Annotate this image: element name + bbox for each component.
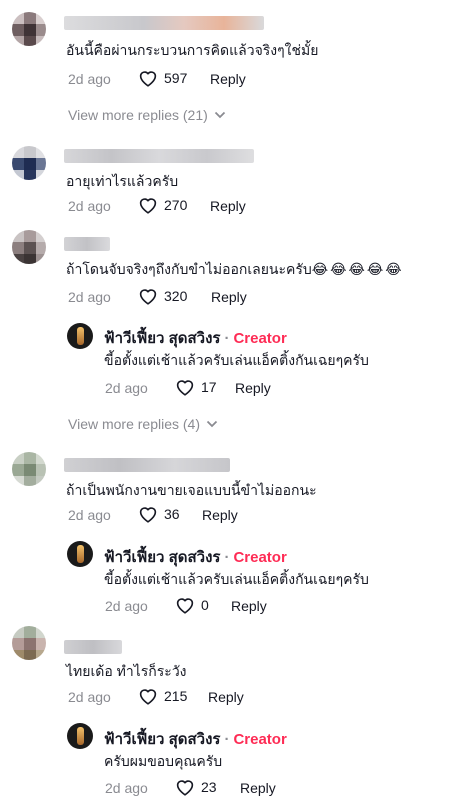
- comment-text: อันนี้คือผ่านกระบวนการคิดแล้วจริงๆใช่มั้…: [66, 42, 319, 58]
- creator-badge: Creator: [233, 549, 287, 566]
- username-redacted[interactable]: [64, 16, 264, 30]
- chevron-down-icon: [206, 420, 218, 428]
- comment-text-body: ถ้าโดนจับจริงๆถึงกับขำไม่ออกเลยนะครับ: [66, 261, 312, 277]
- like-count: 17: [201, 379, 217, 395]
- comment-time: 2d ago: [68, 507, 111, 523]
- separator-dot: ·: [224, 731, 230, 748]
- laughing-emoji-icon: 😂😂😂😂😂: [311, 262, 404, 278]
- like-button[interactable]: 36: [138, 505, 180, 523]
- comment-time: 2d ago: [68, 198, 111, 214]
- heart-icon: [176, 598, 194, 614]
- like-count: 36: [164, 506, 180, 522]
- creator-badge: Creator: [233, 330, 287, 347]
- separator-dot: ·: [224, 330, 230, 347]
- heart-icon: [139, 71, 157, 87]
- creator-name-row[interactable]: ฟ้าวีเฟี้ยว สุดสวิงร · Creator: [104, 545, 287, 569]
- avatar[interactable]: [12, 452, 46, 486]
- comment-text: ถ้าโดนจับจริงๆถึงกับขำไม่ออกเลยนะครับ😂😂😂…: [66, 260, 404, 279]
- like-count: 0: [201, 597, 209, 613]
- avatar[interactable]: [12, 146, 46, 180]
- like-button[interactable]: 320: [138, 287, 187, 305]
- like-button[interactable]: 597: [138, 69, 187, 87]
- comment-text: ถ้าเป็นพนักงานขายเจอแบบนี้ขำไม่ออกนะ: [66, 482, 317, 498]
- reply-button[interactable]: Reply: [235, 380, 271, 396]
- heart-icon: [176, 380, 194, 396]
- like-button[interactable]: 23: [175, 778, 217, 796]
- username-redacted[interactable]: [64, 640, 122, 654]
- like-button[interactable]: 215: [138, 687, 187, 705]
- like-count: 320: [164, 288, 188, 304]
- reply-button[interactable]: Reply: [240, 780, 276, 796]
- like-count: 597: [164, 70, 188, 86]
- heart-icon: [139, 507, 157, 523]
- creator-name-row[interactable]: ฟ้าวีเฟี้ยว สุดสวิงร · Creator: [104, 727, 287, 751]
- like-button[interactable]: 17: [175, 378, 217, 396]
- reply-time: 2d ago: [105, 598, 148, 614]
- heart-icon: [139, 689, 157, 705]
- reply-text: ครับผมขอบคุณครับ: [104, 753, 223, 769]
- comment-time: 2d ago: [68, 71, 111, 87]
- view-more-replies[interactable]: View more replies (4): [68, 416, 218, 432]
- username-redacted[interactable]: [64, 237, 110, 251]
- avatar[interactable]: [12, 12, 46, 46]
- creator-name: ฟ้าวีเฟี้ยว สุดสวิงร: [104, 330, 221, 347]
- reply-time: 2d ago: [105, 780, 148, 796]
- creator-badge: Creator: [233, 731, 287, 748]
- heart-icon: [176, 780, 194, 796]
- reply-button[interactable]: Reply: [211, 289, 247, 305]
- view-more-replies[interactable]: View more replies (21): [68, 107, 226, 123]
- heart-icon: [139, 289, 157, 305]
- creator-avatar[interactable]: [67, 723, 93, 749]
- like-count: 23: [201, 779, 217, 795]
- reply-time: 2d ago: [105, 380, 148, 396]
- avatar[interactable]: [12, 626, 46, 660]
- creator-name: ฟ้าวีเฟี้ยว สุดสวิงร: [104, 549, 221, 566]
- username-redacted[interactable]: [64, 458, 230, 472]
- heart-icon: [139, 198, 157, 214]
- like-count: 270: [164, 197, 188, 213]
- view-more-label: View more replies (4): [68, 416, 201, 432]
- creator-name-row[interactable]: ฟ้าวีเฟี้ยว สุดสวิงร · Creator: [104, 326, 287, 350]
- reply-text: ขี้อตั้งแต่เช้าแล้วครับเล่นแอ็คติ้งกันเฉ…: [104, 571, 369, 587]
- reply-button[interactable]: Reply: [231, 598, 267, 614]
- comment-text: อายุเท่าไรแล้วครับ: [66, 173, 179, 189]
- view-more-label: View more replies (21): [68, 107, 208, 123]
- creator-name: ฟ้าวีเฟี้ยว สุดสวิงร: [104, 731, 221, 748]
- separator-dot: ·: [224, 549, 230, 566]
- like-button[interactable]: 0: [175, 596, 209, 614]
- like-count: 215: [164, 688, 188, 704]
- reply-text: ขี้อตั้งแต่เช้าแล้วครับเล่นแอ็คติ้งกันเฉ…: [104, 352, 369, 368]
- username-redacted[interactable]: [64, 149, 254, 163]
- creator-avatar[interactable]: [67, 323, 93, 349]
- reply-button[interactable]: Reply: [210, 198, 246, 214]
- reply-button[interactable]: Reply: [210, 71, 246, 87]
- avatar[interactable]: [12, 230, 46, 264]
- comment-time: 2d ago: [68, 689, 111, 705]
- like-button[interactable]: 270: [138, 196, 187, 214]
- reply-button[interactable]: Reply: [208, 689, 244, 705]
- reply-button[interactable]: Reply: [202, 507, 238, 523]
- creator-avatar[interactable]: [67, 541, 93, 567]
- chevron-down-icon: [214, 111, 225, 119]
- comment-text: ไทยเด้อ ทำไรก็ระวัง: [66, 663, 187, 679]
- comment-time: 2d ago: [68, 289, 111, 305]
